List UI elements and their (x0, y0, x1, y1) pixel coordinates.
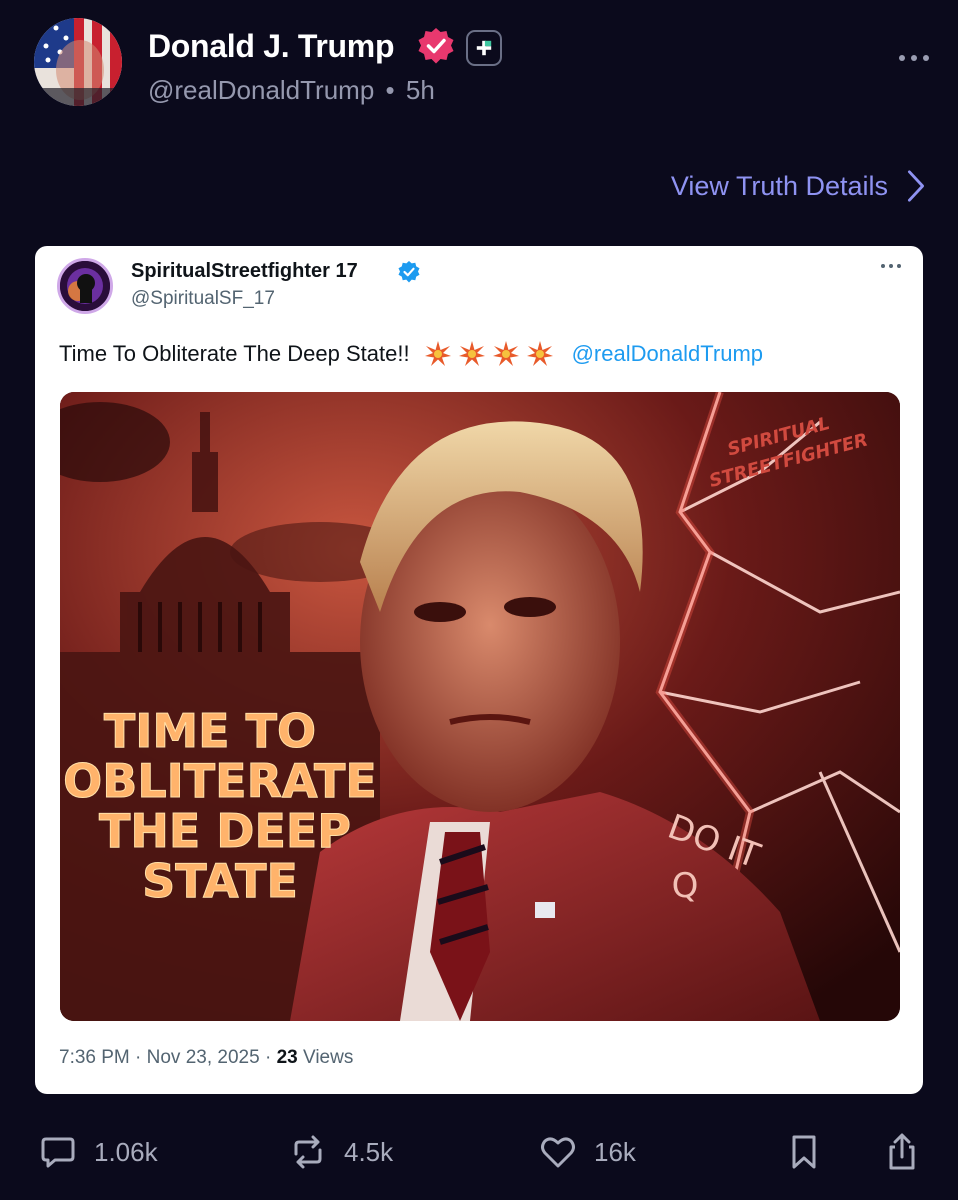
embedded-text-body: Time To Obliterate The Deep State!! (59, 341, 410, 366)
retruth-button[interactable]: 4.5k (288, 1126, 393, 1178)
image-text-line4: STATE (142, 854, 298, 908)
image-text-line3: THE DEEP (99, 804, 351, 858)
embedded-text: Time To Obliterate The Deep State!! @rea… (59, 340, 763, 368)
display-name[interactable]: Donald J. Trump (148, 28, 395, 65)
embedded-more-icon[interactable] (881, 264, 901, 268)
mention-link[interactable]: @realDonaldTrump (572, 341, 763, 367)
separator: • (385, 75, 395, 105)
sparkle-icon (526, 341, 553, 366)
verified-icon (416, 26, 456, 66)
embedded-image[interactable]: TIME TO OBLITERATE THE DEEP STATE DO IT … (60, 392, 900, 1021)
image-text-line2: OBLITERATE (63, 754, 377, 808)
like-icon (541, 1137, 575, 1168)
handle[interactable]: @realDonaldTrump (148, 75, 374, 105)
embedded-timestamp: 7:36 PM · Nov 23, 2025 · (59, 1047, 272, 1068)
plus-icon[interactable] (466, 30, 502, 66)
view-truth-details-link[interactable]: View Truth Details (671, 168, 926, 204)
bookmark-icon (792, 1135, 816, 1169)
share-icon (889, 1133, 915, 1170)
embedded-display-name[interactable]: SpiritualStreetfighter 17 (131, 260, 358, 283)
truth-post: Donald J. Trump @realDonaldTrump • 5h Vi… (0, 0, 958, 1200)
post-header: Donald J. Trump @realDonaldTrump • 5h (34, 18, 934, 110)
share-button[interactable] (882, 1126, 922, 1178)
reply-icon (41, 1137, 75, 1168)
embedded-handle[interactable]: @SpiritualSF_17 (131, 288, 275, 310)
post-time: 5h (405, 75, 435, 105)
image-text-line1: TIME TO (104, 704, 316, 758)
embedded-avatar[interactable] (57, 258, 113, 314)
action-bar: 1.06k 4.5k 16k (0, 1126, 958, 1178)
views-count: 23 (276, 1047, 298, 1068)
handle-line: @realDonaldTrump • 5h (148, 75, 435, 106)
avatar[interactable] (34, 18, 122, 106)
reply-count: 1.06k (94, 1136, 158, 1167)
views-label: Views (302, 1047, 354, 1068)
embedded-verified-icon (397, 260, 421, 284)
sparkle-icon (458, 341, 485, 366)
reply-button[interactable]: 1.06k (38, 1126, 158, 1178)
more-icon[interactable] (894, 48, 934, 68)
bookmark-button[interactable] (784, 1126, 824, 1178)
suit-text-2: Q (672, 866, 699, 906)
embedded-meta: 7:36 PM · Nov 23, 2025 · 23 Views (59, 1047, 353, 1069)
sparkle-emojis (424, 340, 554, 368)
sparkle-icon (492, 341, 519, 366)
view-details-label: View Truth Details (670, 170, 888, 201)
sparkle-icon (424, 341, 451, 366)
retruth-count: 4.5k (344, 1136, 394, 1167)
like-button[interactable]: 16k (538, 1126, 636, 1178)
embedded-post-card[interactable]: SpiritualStreetfighter 17 @SpiritualSF_1… (35, 246, 923, 1094)
retruth-icon (294, 1135, 322, 1169)
like-count: 16k (594, 1136, 636, 1167)
chevron-right-icon (907, 170, 925, 202)
